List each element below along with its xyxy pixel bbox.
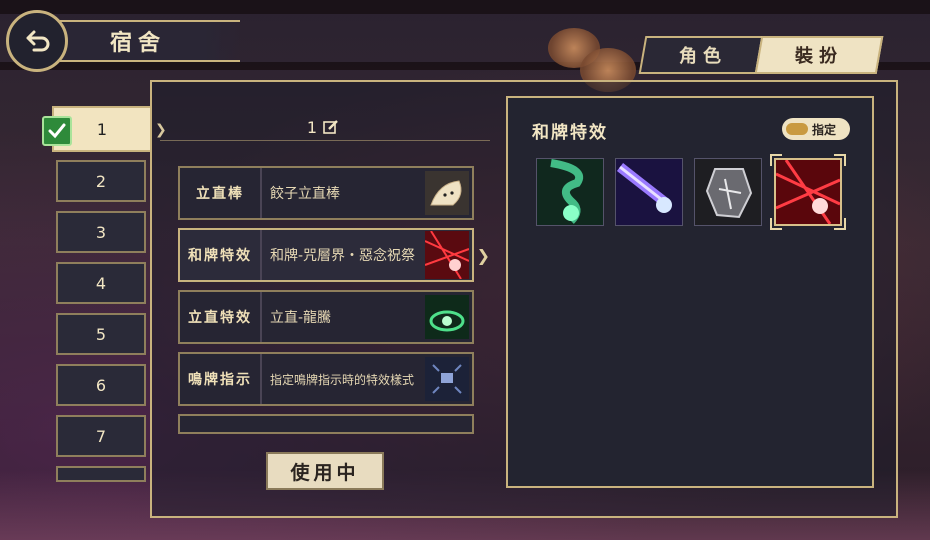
slot-label: 4 [95, 273, 107, 293]
item-name: 指定鳴牌指示時的特效樣式 [270, 372, 415, 387]
effect-panel-title: 和牌特效 [532, 123, 608, 143]
effect-panel: 和牌特效 指定 [506, 96, 874, 488]
item-category: 和牌特效 [180, 230, 262, 280]
slot-5[interactable]: 5 [56, 313, 146, 355]
slot-title-text: 1 [306, 117, 318, 137]
slot-2[interactable]: 2 [56, 160, 146, 202]
edit-icon[interactable] [323, 119, 339, 135]
page-title: 宿舍 [110, 31, 167, 56]
assign-toggle[interactable]: 指定 [782, 118, 850, 140]
green-dragon-icon [422, 292, 472, 342]
item-riichi-effect[interactable]: 立直特效 立直-龍騰 [178, 290, 474, 344]
item-category: 鳴牌指示 [180, 354, 262, 404]
selection-corner [770, 154, 782, 166]
item-name: 餃子立直棒 [270, 186, 340, 202]
slot-label: 3 [95, 222, 107, 242]
tab-role[interactable]: 角色 [638, 36, 768, 74]
toggle-icon [786, 123, 808, 135]
item-category: 立直特效 [180, 292, 262, 342]
red-burst-icon [776, 160, 840, 224]
item-partial[interactable] [178, 414, 474, 434]
selection-corner [834, 154, 846, 166]
slot-label: 2 [95, 171, 107, 191]
item-call-indicator[interactable]: 鳴牌指示 指定鳴牌指示時的特效樣式 [178, 352, 474, 406]
item-name: 立直-龍騰 [270, 310, 332, 326]
item-riichi-stick[interactable]: 立直棒 餃子立直棒 [178, 166, 474, 220]
item-name: 和牌-咒層界・惡念祝祭 [270, 248, 416, 264]
slot-label: 5 [95, 324, 107, 344]
call-indicator-icon [422, 354, 472, 404]
tab-outfit[interactable]: 裝扮 [754, 36, 884, 74]
effect-option-red-burst[interactable] [774, 158, 842, 226]
item-category: 立直棒 [180, 168, 262, 218]
ceiling-beam [0, 0, 930, 14]
green-tornado-icon [537, 159, 603, 225]
selection-corner [770, 218, 782, 230]
divider [160, 140, 490, 141]
effect-option-purple-beam[interactable] [615, 158, 683, 226]
active-slot-check-icon [42, 116, 72, 146]
item-chevron-icon: ❯ [476, 246, 490, 265]
page-title-bar: 宿舍 [60, 20, 240, 62]
red-burst-icon [422, 230, 472, 280]
assign-label: 指定 [812, 122, 837, 137]
selection-corner [834, 218, 846, 230]
in-use-button[interactable]: 使用中 [266, 452, 384, 490]
slot-6[interactable]: 6 [56, 364, 146, 406]
slot-label: 6 [95, 375, 107, 395]
purple-beam-icon [616, 159, 682, 225]
effect-option-green-tornado[interactable] [536, 158, 604, 226]
effect-option-grey-shatter[interactable] [694, 158, 762, 226]
slot-3[interactable]: 3 [56, 211, 146, 253]
slot-8-partial[interactable] [56, 466, 146, 482]
dumpling-stick-icon [422, 168, 472, 218]
item-win-effect[interactable]: 和牌特效 和牌-咒層界・惡念祝祭 ❯ [178, 228, 490, 282]
slot-label: 1 [96, 119, 108, 139]
slot-label: 7 [95, 426, 107, 446]
back-button[interactable] [6, 10, 68, 72]
grey-shatter-icon [695, 159, 761, 225]
slot-title[interactable]: 1 [170, 112, 476, 142]
slot-7[interactable]: 7 [56, 415, 146, 457]
tab-outfit-label: 裝扮 [795, 46, 843, 67]
slot-chevron-icon: ❯ [155, 122, 167, 138]
slot-4[interactable]: 4 [56, 262, 146, 304]
back-arrow-icon [26, 30, 50, 52]
tab-role-label: 角色 [679, 46, 727, 67]
